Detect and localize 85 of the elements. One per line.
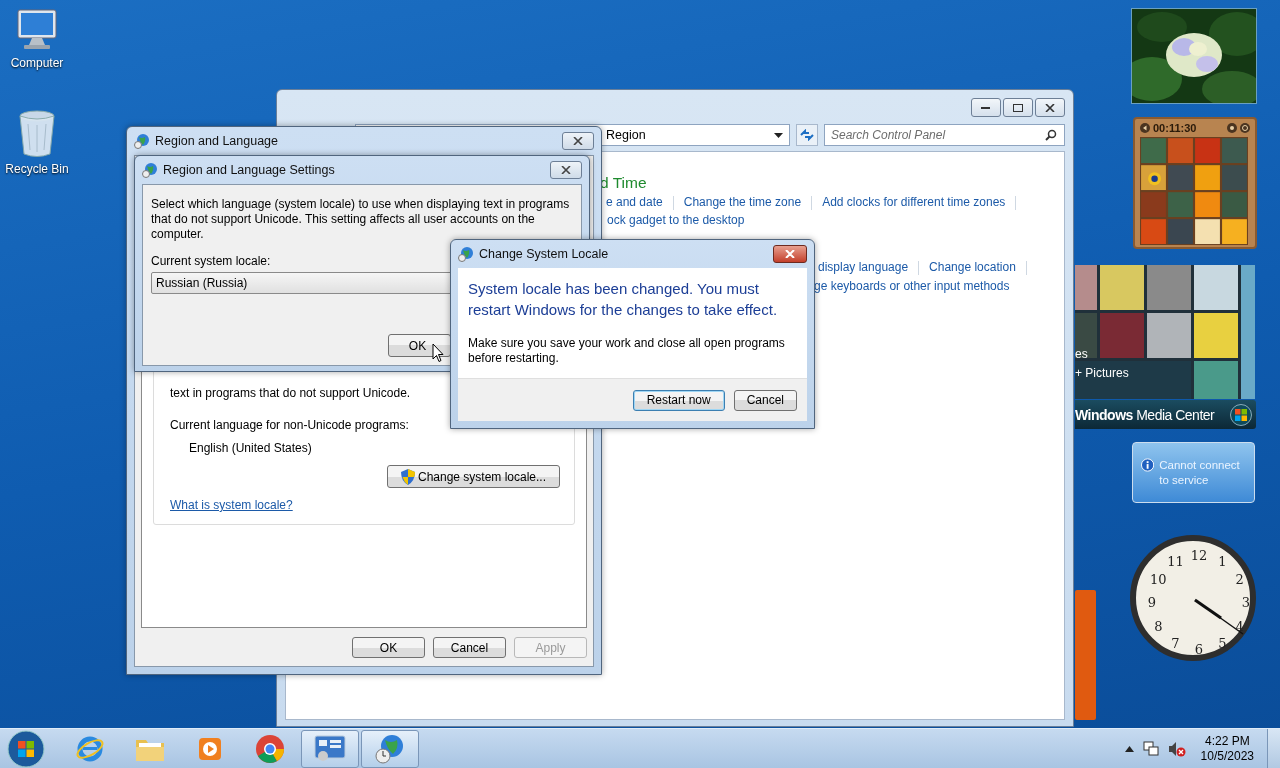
- message-text: Make sure you save your work and close all open programs before restarting.: [468, 336, 786, 366]
- maximize-icon: [1013, 103, 1023, 112]
- clock-numeral: 11: [1166, 554, 1185, 572]
- globe-clock-icon: [134, 133, 150, 149]
- close-button[interactable]: [550, 161, 582, 179]
- help-link[interactable]: What is system locale?: [170, 498, 293, 512]
- task-link[interactable]: ock gadget to the desktop: [607, 213, 745, 228]
- globe-clock-icon: [458, 246, 474, 262]
- clock-numeral: 5: [1217, 635, 1228, 653]
- clock-numeral: 3: [1240, 595, 1252, 612]
- description-text: text in programs that do not support Unicode.: [170, 386, 411, 400]
- close-button[interactable]: [773, 245, 807, 263]
- change-system-locale-button[interactable]: Change system locale...: [387, 465, 560, 488]
- media-player-icon: [197, 736, 223, 762]
- minimize-button[interactable]: [971, 98, 1001, 117]
- computer-icon[interactable]: [14, 8, 60, 52]
- window-title: Region and Language Settings: [163, 163, 336, 177]
- field-label: Current system locale:: [151, 254, 271, 268]
- chrome-icon: [255, 734, 285, 764]
- task-link[interactable]: Add clocks for different time zones: [822, 195, 1006, 210]
- globe-clock-icon: [142, 162, 158, 178]
- task-link[interactable]: display language: [818, 260, 909, 275]
- close-icon: [785, 250, 795, 258]
- taskbar-button[interactable]: [361, 730, 419, 768]
- recycle-bin-icon[interactable]: [18, 110, 56, 158]
- puzzle-tiles-drawing[interactable]: [1140, 136, 1248, 245]
- window-title: Change System Locale: [479, 247, 610, 261]
- dialog-button[interactable]: OK: [352, 637, 425, 658]
- clock-numeral: 2: [1234, 571, 1245, 589]
- clock-numeral: 10: [1149, 571, 1168, 589]
- ok-button[interactable]: OK: [388, 334, 451, 357]
- timer-text: 00:11:30: [1153, 121, 1198, 134]
- current-language-text: English (United States): [189, 441, 312, 455]
- refresh-button[interactable]: [796, 124, 818, 146]
- field-label: Current language for non-Unicode programs:: [170, 418, 409, 432]
- clock-numeral: 1: [1217, 554, 1228, 572]
- task-link[interactable]: Change the time zone: [683, 195, 802, 210]
- clock-time[interactable]: 4:22 PM: [1204, 734, 1250, 749]
- menu-item[interactable]: es: [1075, 347, 1088, 361]
- task-link[interactable]: e and date: [606, 195, 663, 210]
- settings-icon[interactable]: [1240, 122, 1250, 133]
- task-link[interactable]: Change location: [929, 260, 1016, 275]
- show-hidden-icons-icon[interactable]: [1124, 746, 1134, 752]
- start-button[interactable]: [7, 730, 45, 768]
- info-icon: [1141, 458, 1155, 472]
- control-panel-icon: [314, 735, 346, 763]
- task-link[interactable]: ge keyboards or other input methods: [814, 279, 1010, 294]
- help-icon[interactable]: [1227, 122, 1237, 133]
- dropdown-caret-icon[interactable]: [774, 132, 784, 138]
- clock-date[interactable]: 10/5/2023: [1200, 749, 1254, 764]
- network-icon[interactable]: [1142, 741, 1159, 757]
- description-text: Select which language (system locale) to use when displaying text in programs that do not support Unicode. This setting affects all user accounts on the computer.: [151, 197, 571, 242]
- speaker-muted-icon[interactable]: [1167, 741, 1186, 757]
- close-icon: [1045, 103, 1055, 112]
- browser-e-icon: [75, 734, 105, 764]
- search-icon[interactable]: [1045, 129, 1057, 141]
- address-text: Region: [606, 128, 646, 142]
- clock-numeral: 7: [1170, 635, 1181, 653]
- dialog-button[interactable]: Cancel: [733, 389, 797, 411]
- globe-clock-icon: [375, 734, 405, 764]
- play-icon[interactable]: [1140, 122, 1150, 133]
- clock-numeral: 6: [1193, 642, 1205, 659]
- clock-numeral: 8: [1153, 618, 1164, 636]
- taskbar-button[interactable]: [301, 730, 359, 768]
- error-message: Cannot connect to service: [1159, 458, 1241, 488]
- close-icon: [561, 166, 571, 174]
- close-button[interactable]: [1035, 98, 1065, 117]
- close-button[interactable]: [562, 132, 594, 150]
- windows-logo-icon[interactable]: [1230, 403, 1252, 426]
- maximize-button[interactable]: [1003, 98, 1033, 117]
- window-title: Region and Language: [155, 134, 280, 148]
- dialog-button[interactable]: Cancel: [433, 637, 506, 658]
- desktop-icon-label[interactable]: Computer: [10, 56, 64, 70]
- shield-icon: [400, 468, 415, 485]
- clock-numeral: 4: [1234, 618, 1245, 636]
- desktop-icon-label[interactable]: Recycle Bin: [5, 162, 69, 176]
- refresh-icon: [800, 129, 815, 141]
- dialog-button[interactable]: Restart now: [632, 389, 725, 411]
- mouse-pointer-icon: [432, 343, 444, 363]
- clock-numeral: 12: [1189, 548, 1209, 565]
- search-field[interactable]: Search Control Panel: [824, 124, 1065, 146]
- brand-text: Windows Media Center: [1075, 406, 1215, 423]
- clock-numeral: 9: [1146, 595, 1158, 612]
- menu-item[interactable]: + Pictures: [1075, 366, 1129, 380]
- close-icon: [573, 137, 583, 145]
